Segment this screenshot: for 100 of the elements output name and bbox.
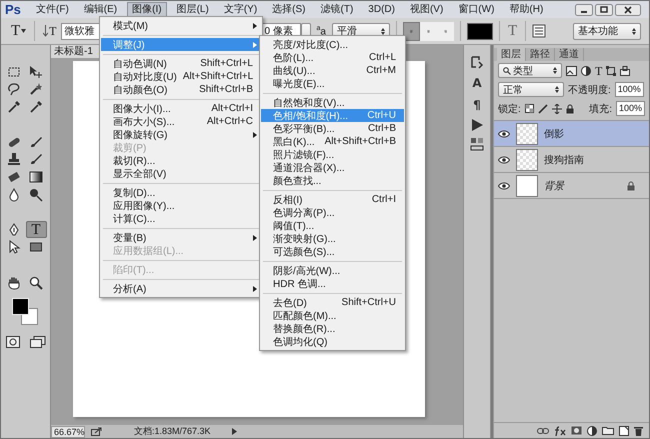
type-filter-button[interactable]: T xyxy=(595,62,602,78)
play-icon[interactable] xyxy=(471,119,483,131)
fill-field[interactable]: 100% xyxy=(616,101,645,116)
menu-item[interactable]: 替换颜色(R)... xyxy=(261,322,404,335)
panel-tab[interactable]: 图层 xyxy=(497,48,526,61)
close-icon[interactable] xyxy=(615,4,641,16)
panel-tab[interactable]: 通道 xyxy=(555,48,584,61)
eyedropper-icon[interactable] xyxy=(29,100,43,114)
menu-item[interactable]: 亮度/对比度(C)... xyxy=(261,38,404,51)
link-icon[interactable] xyxy=(537,426,549,434)
shape-filter-icon[interactable] xyxy=(606,66,616,76)
drop-icon[interactable] xyxy=(7,188,21,202)
panel-icon[interactable] xyxy=(532,24,546,38)
menu-item[interactable]: 自动对比度(U) Alt+Shift+Ctrl+L xyxy=(101,70,261,83)
paragraph-panel-button[interactable]: ¶ xyxy=(466,97,488,113)
menu-item[interactable]: 阴影/高光(W)... xyxy=(261,264,404,277)
tool-preset-button[interactable]: T xyxy=(9,23,28,39)
eye-icon[interactable] xyxy=(498,130,510,138)
menu-item[interactable]: 3D(D) xyxy=(363,2,400,18)
menu-item[interactable]: 曲线(U)... Ctrl+M xyxy=(261,64,404,77)
type-tool[interactable]: T xyxy=(26,221,46,238)
menu-item[interactable]: 反相(I) Ctrl+I xyxy=(261,193,404,206)
menu-item[interactable]: 可选颜色(S)... xyxy=(261,245,404,258)
menu-item[interactable]: 阈值(T)... xyxy=(261,219,404,232)
zoom-field[interactable]: 66.67% xyxy=(51,426,85,438)
eye-icon[interactable] xyxy=(498,156,510,164)
menu-item[interactable]: 照片滤镜(F)... xyxy=(261,148,404,161)
blend-mode-dropdown[interactable]: 正常 xyxy=(498,82,564,97)
lock-pixels-icon[interactable] xyxy=(524,104,534,113)
layer-row[interactable]: 倒影 xyxy=(494,121,649,147)
menu-item[interactable]: 应用图像(Y)... xyxy=(101,199,261,212)
menu-item[interactable]: 通道混合器(X)... xyxy=(261,161,404,174)
menu-item[interactable]: 显示全部(V) xyxy=(101,167,261,180)
zoom-icon[interactable] xyxy=(29,276,43,290)
warp-text-button[interactable]: T xyxy=(506,23,520,39)
menu-item[interactable]: 图像大小(I)... Alt+Ctrl+I xyxy=(101,102,261,115)
gradient-icon[interactable] xyxy=(29,170,43,184)
swatches-icon[interactable] xyxy=(470,137,484,151)
menu-item[interactable]: 选择(S) xyxy=(267,2,310,18)
foreground-color-swatch[interactable] xyxy=(12,298,28,315)
move-icon[interactable] xyxy=(552,104,562,114)
hand-icon[interactable] xyxy=(7,276,21,290)
stamp-icon[interactable] xyxy=(7,152,21,166)
adjustment-icon[interactable] xyxy=(587,426,597,436)
new-layer-icon[interactable] xyxy=(619,426,629,436)
fx-icon[interactable] xyxy=(554,426,566,436)
menu-item[interactable]: 窗口(W) xyxy=(453,2,500,18)
lasso-icon[interactable] xyxy=(7,82,21,96)
filter-dropdown[interactable]: 类型 xyxy=(498,63,562,78)
menu-item[interactable]: 计算(C)... xyxy=(101,212,261,225)
character-panel-button[interactable]: A xyxy=(466,75,488,91)
menu-item[interactable]: 画布大小(S)... Alt+Ctrl+C xyxy=(101,115,261,128)
menu-item[interactable]: 帮助(H) xyxy=(504,2,548,18)
menu-item[interactable]: 滤镜(T) xyxy=(316,2,358,18)
align-button[interactable] xyxy=(420,22,437,40)
font-family-field[interactable]: 微软雅 xyxy=(60,22,101,40)
adjustment-filter-icon[interactable] xyxy=(581,66,591,76)
pen-icon[interactable] xyxy=(7,222,21,237)
rectangle-icon[interactable] xyxy=(29,240,43,254)
menu-item[interactable]: 图像(I) xyxy=(127,2,167,18)
menu-item[interactable]: 自动颜色(O) Shift+Ctrl+B xyxy=(101,83,261,96)
menu-item[interactable]: 视图(V) xyxy=(404,2,448,18)
mask-icon[interactable] xyxy=(571,426,582,435)
smart-object-filter-icon[interactable] xyxy=(620,66,630,76)
menu-item[interactable]: HDR 色调... xyxy=(261,277,404,290)
text-color-swatch[interactable] xyxy=(466,22,493,40)
menu-item[interactable]: 色调分离(P)... xyxy=(261,206,404,219)
cursor-icon[interactable] xyxy=(7,240,21,254)
menu-item[interactable]: 颜色查找... xyxy=(261,174,404,187)
menu-item[interactable]: 去色(D) Shift+Ctrl+U xyxy=(261,296,404,309)
text-orientation-button[interactable]: T xyxy=(41,23,59,39)
menu-item[interactable]: 色调均化(Q) xyxy=(261,335,404,348)
minimize-icon[interactable] xyxy=(575,4,593,16)
opacity-field[interactable]: 100% xyxy=(614,82,644,97)
menu-item[interactable]: 文字(Y) xyxy=(218,2,262,18)
quick-mask-icon[interactable] xyxy=(6,336,20,348)
eyedropper-icon[interactable] xyxy=(7,100,21,114)
move-icon[interactable] xyxy=(29,64,43,78)
export-icon[interactable] xyxy=(91,427,102,436)
menu-item[interactable]: 渐变映射(G)... xyxy=(261,232,404,245)
menu-item[interactable]: 色阶(L)... Ctrl+L xyxy=(261,51,404,64)
folder-icon[interactable] xyxy=(602,426,614,435)
lock-icon[interactable] xyxy=(566,104,574,114)
screen-mode-icon[interactable] xyxy=(30,336,46,348)
workspace-dropdown[interactable]: 基本功能 xyxy=(573,22,641,40)
menu-item[interactable]: 自然饱和度(V)... xyxy=(261,96,404,109)
menu-item[interactable]: 裁切(R)... xyxy=(101,154,261,167)
maximize-icon[interactable] xyxy=(595,4,613,16)
menu-item[interactable]: 模式(M) xyxy=(101,19,261,32)
play-icon[interactable] xyxy=(232,428,237,435)
wand-icon[interactable] xyxy=(29,82,43,96)
trash-icon[interactable] xyxy=(634,426,643,436)
menu-item[interactable]: 自动色调(N) Shift+Ctrl+L xyxy=(101,57,261,70)
layer-row[interactable]: 搜狗指南 xyxy=(494,147,649,173)
menu-item[interactable]: 文件(F) xyxy=(31,2,74,18)
panel-tab[interactable]: 路径 xyxy=(526,48,555,61)
marquee-icon[interactable] xyxy=(7,64,21,78)
menu-item[interactable]: 黑白(K)... Alt+Shift+Ctrl+B xyxy=(261,135,404,148)
menu-item[interactable]: 编辑(E) xyxy=(78,2,122,18)
eye-icon[interactable] xyxy=(498,182,510,190)
